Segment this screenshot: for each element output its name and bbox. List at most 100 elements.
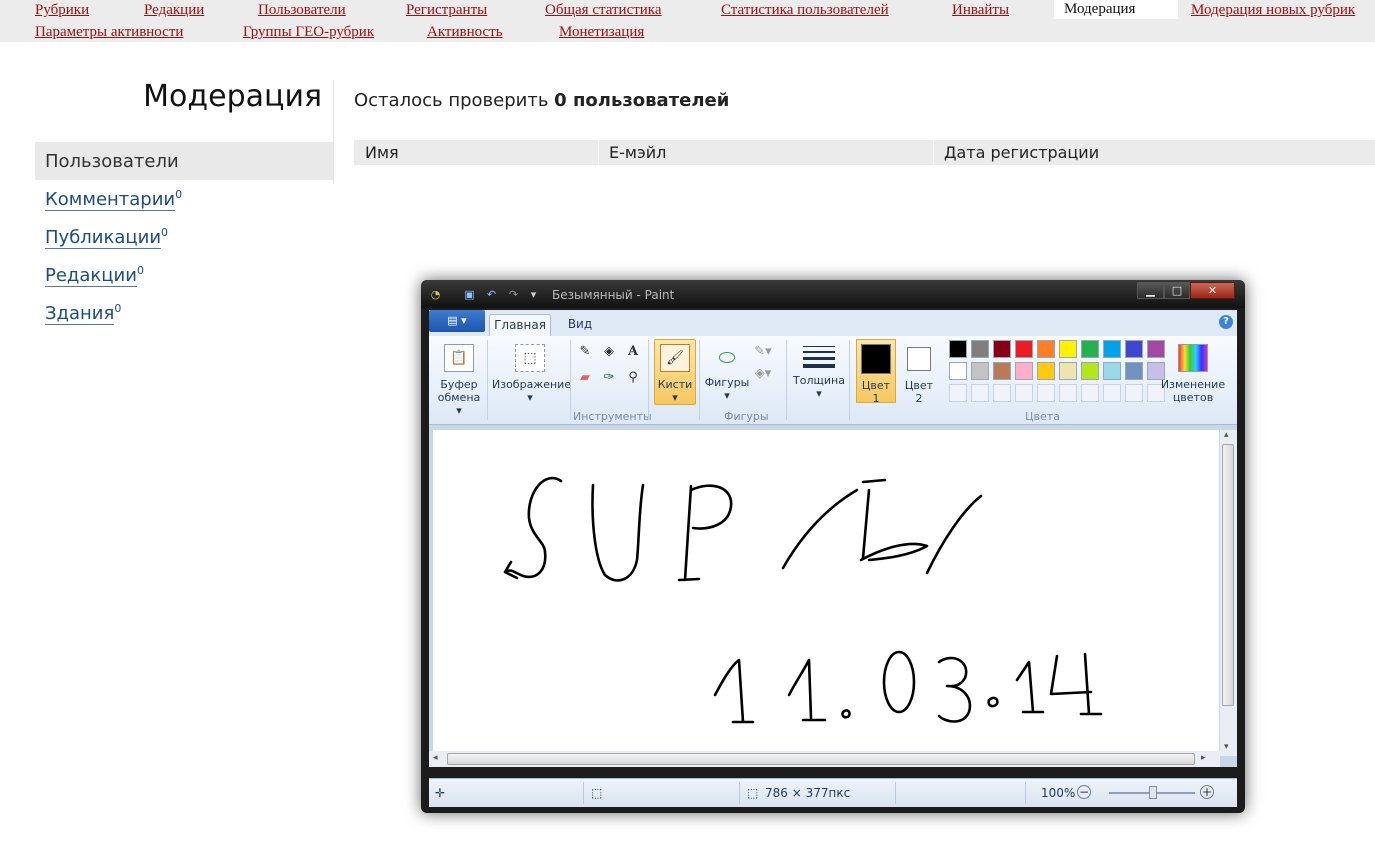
drawing-canvas[interactable] [433, 430, 1219, 758]
fill-icon[interactable]: ◈ [599, 342, 619, 362]
canvas-area: ▴ ▾ ◂ ▸ [429, 425, 1237, 767]
group-label-shapes: Фигуры [724, 410, 769, 423]
zoom-level: 100% [1041, 786, 1076, 800]
palette-swatch[interactable] [1037, 340, 1055, 358]
nav-link-monetization[interactable]: Монетизация [559, 23, 644, 41]
vertical-scrollbar[interactable]: ▴ ▾ [1220, 430, 1237, 756]
sidebar-item-comments[interactable]: Комментарии0 [45, 188, 182, 211]
pencil-icon[interactable]: ✎ [575, 342, 595, 362]
thickness-icon [803, 346, 835, 368]
custom-color-slot[interactable] [949, 384, 967, 402]
palette-swatch[interactable] [1037, 362, 1055, 380]
color1-button[interactable]: Цвет 1 [856, 339, 896, 405]
maximize-button[interactable]: □ [1164, 282, 1190, 299]
edit-colors-button[interactable]: Изменение цветов [1159, 339, 1227, 405]
zoom-slider-thumb[interactable] [1149, 786, 1157, 799]
image-select-button[interactable]: ⬚ Изображение ▾ [491, 339, 571, 405]
palette-swatch[interactable] [1081, 362, 1099, 380]
color2-swatch [907, 347, 931, 371]
close-button[interactable]: ✕ [1190, 282, 1235, 299]
admin-top-nav: Рубрики Редакции Пользователи Регистрант… [0, 0, 1375, 42]
eraser-icon[interactable]: ▰ [575, 368, 595, 388]
shape-fill-icon[interactable]: ◈▾ [753, 364, 773, 384]
horizontal-scrollbar[interactable]: ◂ ▸ [429, 751, 1220, 767]
paint-title-bar[interactable]: ◔ ▣ ↶ ↷ ▾ Безымянный - Paint ▁ □ ✕ [421, 280, 1245, 308]
shapes-button[interactable]: ⬭ Фигуры ▾ [703, 339, 751, 405]
palette-swatch[interactable] [1103, 340, 1121, 358]
scroll-down-icon[interactable]: ▾ [1224, 742, 1229, 752]
column-header-reg-date[interactable]: Дата регистрации [944, 143, 1099, 162]
help-icon[interactable]: ? [1219, 315, 1233, 329]
palette-swatch[interactable] [1125, 362, 1143, 380]
paint-window[interactable]: ◔ ▣ ↶ ↷ ▾ Безымянный - Paint ▁ □ ✕ ▤ ▾ Г… [421, 280, 1245, 813]
custom-color-slot[interactable] [993, 384, 1011, 402]
column-header-name[interactable]: Имя [365, 143, 399, 162]
users-table-header: Имя Е-мэйл Дата регистрации [354, 140, 1375, 165]
nav-link-activity[interactable]: Активность [427, 23, 503, 41]
sidebar-item-editions[interactable]: Редакции0 [45, 264, 144, 287]
nav-link-geo-groups[interactable]: Группы ГЕО-рубрик [243, 23, 374, 41]
paint-menu-button[interactable]: ▤ ▾ [429, 310, 485, 332]
nav-link-rubrics[interactable]: Рубрики [35, 1, 89, 19]
custom-color-slot[interactable] [1103, 384, 1121, 402]
custom-color-slot[interactable] [1037, 384, 1055, 402]
minimize-button[interactable]: ▁ [1137, 282, 1164, 299]
magnifier-icon[interactable]: ⚲ [623, 368, 643, 388]
nav-link-users[interactable]: Пользователи [258, 1, 346, 19]
custom-color-slot[interactable] [1059, 384, 1077, 402]
brush-icon: 🖌 [660, 344, 690, 372]
select-icon: ⬚ [515, 344, 545, 372]
palette-swatch[interactable] [1103, 362, 1121, 380]
nav-link-new-rubric-moderation[interactable]: Модерация новых рубрик [1191, 1, 1355, 19]
thickness-button[interactable]: Толщина ▾ [791, 339, 847, 405]
nav-link-editions[interactable]: Редакции [144, 1, 204, 19]
color-picker-icon[interactable]: ✑ [599, 368, 619, 388]
page-title: Модерация [143, 79, 322, 114]
sidebar-item-buildings[interactable]: Здания0 [45, 302, 121, 325]
palette-swatch[interactable] [1125, 340, 1143, 358]
custom-color-slot[interactable] [1015, 384, 1033, 402]
brushes-button[interactable]: 🖌 Кисти ▾ [654, 339, 696, 405]
redo-icon[interactable]: ↷ [507, 288, 520, 301]
palette-swatch[interactable] [1015, 362, 1033, 380]
color2-button[interactable]: Цвет 2 [899, 339, 939, 405]
undo-icon[interactable]: ↶ [485, 288, 498, 301]
palette-swatch[interactable] [971, 362, 989, 380]
custom-color-slot[interactable] [1125, 384, 1143, 402]
palette-swatch[interactable] [1015, 340, 1033, 358]
paint-app-icon[interactable]: ◔ [429, 288, 442, 301]
palette-swatch[interactable] [993, 340, 1011, 358]
horizontal-scroll-thumb[interactable] [447, 753, 1195, 765]
zoom-in-button[interactable]: + [1200, 785, 1214, 799]
vertical-scroll-thumb[interactable] [1222, 444, 1234, 706]
zoom-slider[interactable] [1109, 786, 1195, 799]
text-icon[interactable]: A [623, 342, 643, 362]
custom-color-slot[interactable] [971, 384, 989, 402]
zoom-out-button[interactable]: − [1077, 785, 1091, 799]
nav-link-user-stats[interactable]: Статистика пользователей [721, 1, 889, 19]
column-header-email[interactable]: Е-мэйл [609, 143, 666, 162]
palette-swatch[interactable] [971, 340, 989, 358]
nav-link-invites[interactable]: Инвайты [952, 1, 1009, 19]
palette-swatch[interactable] [1059, 362, 1077, 380]
outline-icon[interactable]: ✎▾ [753, 342, 773, 362]
palette-swatch[interactable] [1059, 340, 1077, 358]
quick-access-dropdown-icon[interactable]: ▾ [527, 288, 540, 301]
palette-swatch[interactable] [1081, 340, 1099, 358]
nav-link-general-stats[interactable]: Общая статистика [545, 1, 662, 19]
palette-swatch[interactable] [993, 362, 1011, 380]
scroll-up-icon[interactable]: ▴ [1224, 430, 1229, 440]
scroll-left-icon[interactable]: ◂ [433, 753, 438, 763]
save-icon[interactable]: ▣ [463, 288, 476, 301]
nav-link-registrants[interactable]: Регистранты [406, 1, 487, 19]
palette-swatch[interactable] [949, 340, 967, 358]
scroll-right-icon[interactable]: ▸ [1201, 753, 1206, 763]
clipboard-button[interactable]: 📋 Буфер обмена ▾ [433, 339, 485, 417]
nav-link-activity-params[interactable]: Параметры активности [35, 23, 183, 41]
tab-view[interactable]: Вид [561, 314, 599, 336]
custom-color-slot[interactable] [1081, 384, 1099, 402]
sidebar-item-users[interactable]: Пользователи [35, 142, 333, 180]
tab-home[interactable]: Главная [489, 314, 551, 337]
palette-swatch[interactable] [949, 362, 967, 380]
sidebar-item-publications[interactable]: Публикации0 [45, 226, 168, 249]
